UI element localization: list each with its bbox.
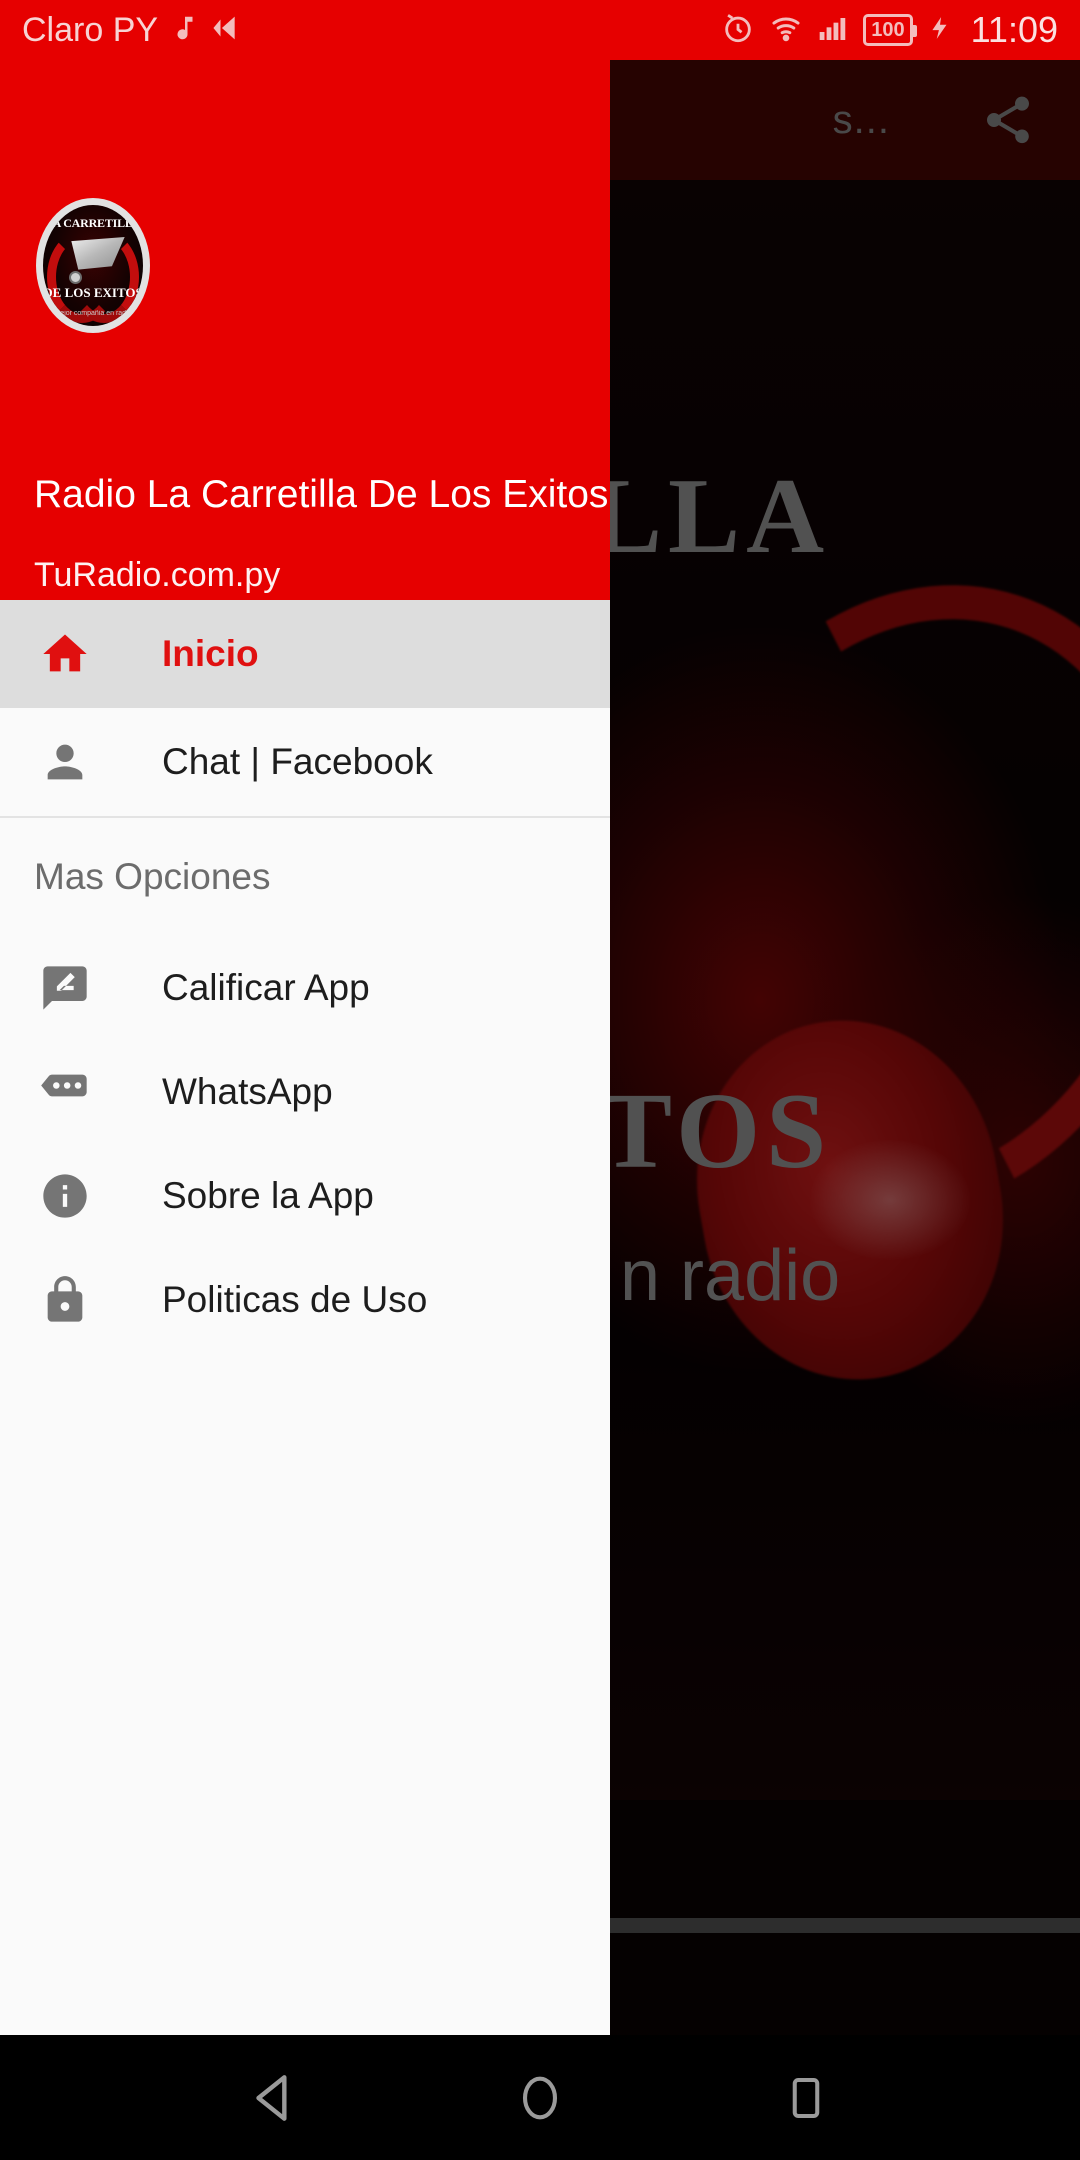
drawer-section-title: Mas Opciones — [34, 856, 271, 897]
music-note-icon — [170, 13, 200, 48]
drawer-header: LA CARRETILLA DE LOS EXITOS mejor compañ… — [0, 0, 610, 600]
cellular-signal-icon — [817, 12, 849, 49]
logo-top-text: LA CARRETILLA — [44, 216, 142, 230]
sidebar-item-label: Sobre la App — [162, 1175, 374, 1216]
wifi-icon — [769, 11, 803, 50]
drawer-subtitle: TuRadio.com.py — [34, 556, 281, 594]
person-icon — [34, 736, 96, 788]
battery-level-badge: 100 — [863, 14, 917, 46]
status-bar-right: 100 11:09 — [721, 9, 1058, 51]
radio-station-logo: LA CARRETILLA DE LOS EXITOS mejor compañ… — [36, 198, 150, 333]
recents-square-icon[interactable] — [773, 2065, 839, 2131]
navigation-drawer: LA CARRETILLA DE LOS EXITOS mejor compañ… — [0, 0, 610, 2035]
sidebar-item-whatsapp[interactable]: WhatsApp — [0, 1040, 610, 1144]
info-icon — [34, 1170, 96, 1222]
wheelbarrow-wheel-icon — [69, 271, 82, 284]
logo-bottom-text: DE LOS EXITOS — [43, 285, 143, 300]
sidebar-item-chat-facebook[interactable]: Chat | Facebook — [0, 708, 610, 816]
system-navigation-bar — [0, 2035, 1080, 2160]
sidebar-item-label: WhatsApp — [162, 1071, 333, 1112]
home-circle-icon[interactable] — [507, 2065, 573, 2131]
lock-icon — [34, 1274, 96, 1326]
clock-label: 11:09 — [970, 9, 1058, 50]
status-bar-left: Claro PY — [22, 11, 246, 50]
drawer-title: Radio La Carretilla De Los Exitos — [34, 473, 609, 516]
chat-bubble-dots-icon — [34, 1066, 96, 1118]
sidebar-item-calificar-app[interactable]: Calificar App — [0, 936, 610, 1040]
back-triangle-icon[interactable] — [241, 2065, 307, 2131]
carrier-label: Claro PY — [22, 10, 159, 49]
sidebar-item-inicio[interactable]: Inicio — [0, 600, 610, 708]
home-icon — [34, 628, 96, 680]
sidebar-item-sobre-la-app[interactable]: Sobre la App — [0, 1144, 610, 1248]
rate-review-icon — [34, 962, 96, 1014]
logo-inner: LA CARRETILLA DE LOS EXITOS mejor compañ… — [43, 205, 143, 326]
alarm-icon — [721, 11, 755, 50]
sound-off-icon — [212, 11, 246, 50]
logo-tagline: mejor compañia en radio — [54, 310, 132, 317]
sidebar-item-label: Calificar App — [162, 967, 370, 1008]
sidebar-item-label: Politicas de Uso — [162, 1279, 428, 1320]
charging-bolt-icon — [927, 13, 953, 48]
sidebar-item-politicas-de-uso[interactable]: Politicas de Uso — [0, 1248, 610, 1352]
sidebar-item-label: Chat | Facebook — [162, 741, 433, 782]
phone-screen: s... LLA TOS n radio LA CARRETILLA DE LO… — [0, 0, 1080, 2160]
sidebar-item-label: Inicio — [162, 633, 259, 674]
status-bar: Claro PY 100 11:09 — [0, 0, 1080, 60]
